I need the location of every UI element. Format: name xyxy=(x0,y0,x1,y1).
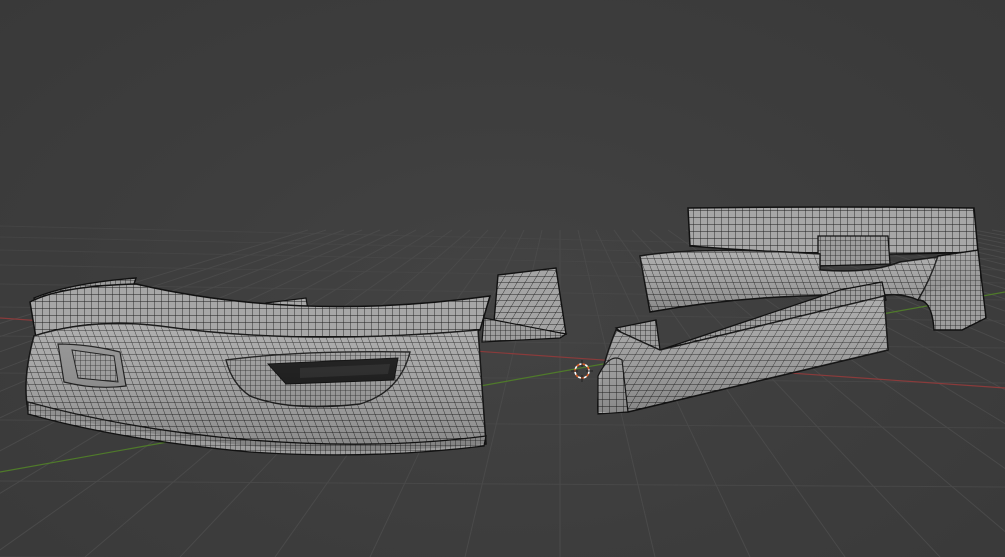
front-bumper-mesh[interactable] xyxy=(25,277,492,456)
grid-line xyxy=(0,480,1005,488)
front-canard-mesh[interactable] xyxy=(481,267,568,343)
3d-viewport[interactable] xyxy=(0,0,1005,557)
viewport-canvas[interactable] xyxy=(0,0,1005,557)
side-skirt-mesh[interactable] xyxy=(597,281,889,415)
